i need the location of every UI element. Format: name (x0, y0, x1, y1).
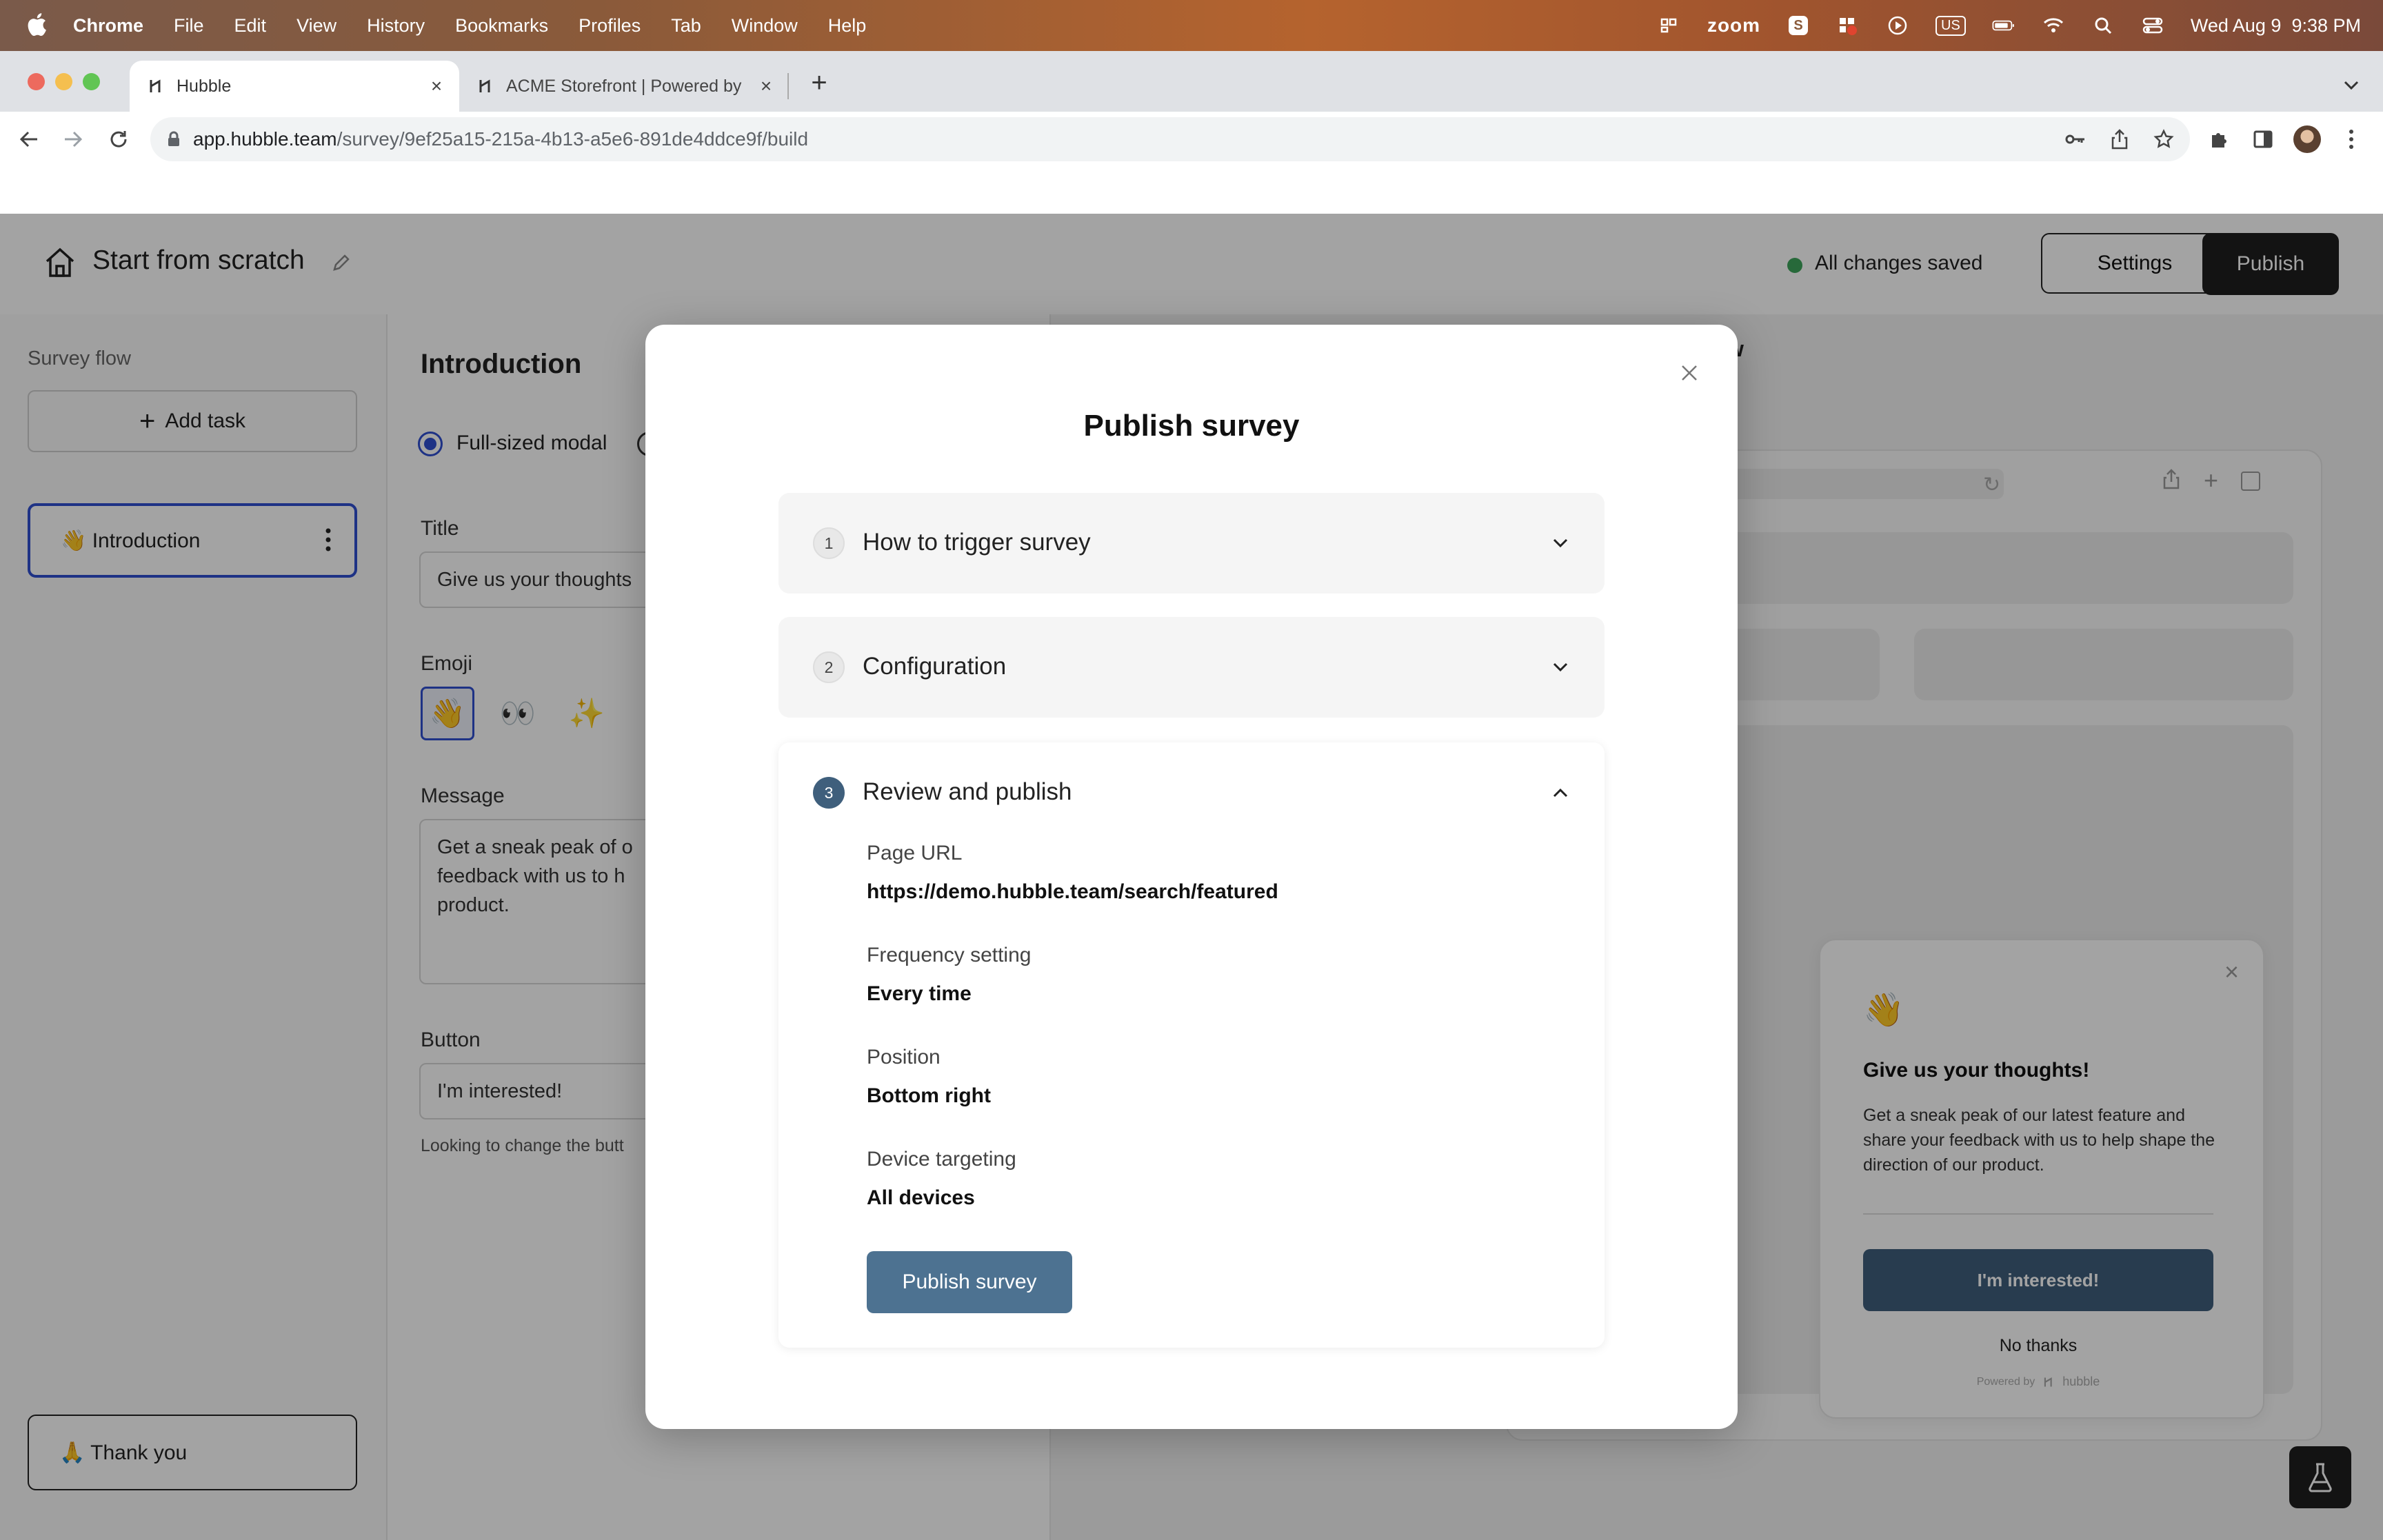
apple-icon[interactable] (26, 11, 47, 37)
step-title: Configuration (863, 653, 1007, 680)
review-position-label: Position (867, 1046, 941, 1068)
side-panel-icon[interactable] (2249, 125, 2277, 153)
wifi-icon[interactable] (2042, 15, 2065, 36)
address-bar[interactable]: app.hubble.team/survey/9ef25a15-215a-4b1… (150, 117, 2190, 161)
review-device-targeting-value: All devices (867, 1186, 975, 1209)
publish-survey-modal: Publish survey 1 How to trigger survey 2… (645, 325, 1738, 1429)
menu-help[interactable]: Help (828, 15, 867, 37)
reload-icon[interactable] (105, 125, 132, 153)
tab-acme-storefront[interactable]: ACME Storefront | Powered by × (459, 61, 789, 112)
window-maximize-button[interactable] (83, 73, 100, 90)
review-page-url-label: Page URL (867, 842, 963, 864)
modal-close-icon[interactable] (1676, 359, 1703, 387)
menubar-datetime[interactable]: Wed Aug 9 9:38 PM (2191, 15, 2361, 37)
spotlight-search-icon[interactable] (2091, 15, 2115, 36)
step-title[interactable]: Review and publish (863, 778, 1072, 806)
menu-file[interactable]: File (174, 15, 204, 37)
lock-icon (167, 131, 181, 148)
tab-hubble[interactable]: Hubble × (130, 61, 459, 112)
tab-close-icon[interactable]: × (756, 75, 776, 97)
profile-avatar[interactable] (2293, 125, 2321, 153)
menu-tab[interactable]: Tab (671, 15, 701, 37)
chevron-down-icon[interactable] (1547, 654, 1574, 681)
url-host: app.hubble.team (193, 128, 337, 150)
extensions-badge-icon[interactable] (1836, 15, 1860, 36)
step-review-and-publish: 3 Review and publish Page URL https://de… (778, 742, 1605, 1348)
battery-icon[interactable] (1992, 15, 2015, 36)
menu-profiles[interactable]: Profiles (579, 15, 641, 37)
step-configuration[interactable]: 2 Configuration (778, 617, 1605, 718)
bookmark-star-icon[interactable] (2150, 125, 2178, 153)
control-center-icon[interactable] (2141, 15, 2164, 36)
extensions-puzzle-icon[interactable] (2205, 125, 2233, 153)
modal-title: Publish survey (1083, 409, 1300, 443)
review-position-value: Bottom right (867, 1084, 991, 1107)
bookmarks-bar (0, 167, 2383, 214)
menu-bookmarks[interactable]: Bookmarks (455, 15, 548, 37)
back-arrow-icon[interactable] (15, 125, 43, 153)
play-circle-icon[interactable] (1886, 15, 1909, 36)
tab-separator (787, 73, 789, 99)
tab-title: Hubble (177, 76, 232, 96)
menu-view[interactable]: View (296, 15, 336, 37)
chevron-up-icon[interactable] (1547, 779, 1574, 807)
review-page-url-value: https://demo.hubble.team/search/featured (867, 880, 1278, 903)
forward-arrow-icon[interactable] (59, 125, 87, 153)
url-path: /survey/9ef25a15-215a-4b13-a5e6-891de4dd… (336, 128, 809, 150)
menu-app-chrome[interactable]: Chrome (73, 15, 143, 37)
window-minimize-button[interactable] (55, 73, 72, 90)
skype-icon[interactable]: S (1787, 15, 1810, 36)
input-source-indicator[interactable]: US (1935, 15, 1966, 36)
step-how-to-trigger[interactable]: 1 How to trigger survey (778, 493, 1605, 594)
menu-window[interactable]: Window (732, 15, 798, 37)
tab-title: ACME Storefront | Powered by (506, 76, 742, 96)
zoom-menubar-label[interactable]: zoom (1707, 14, 1760, 37)
new-tab-icon[interactable]: + (805, 68, 833, 98)
key-icon[interactable] (2062, 125, 2089, 153)
tab-close-icon[interactable]: × (426, 75, 447, 97)
menu-edit[interactable]: Edit (234, 15, 267, 37)
step-number-badge: 2 (813, 651, 845, 683)
publish-survey-button[interactable]: Publish survey (867, 1251, 1072, 1313)
step-number-badge: 1 (813, 527, 845, 559)
menu-history[interactable]: History (367, 15, 425, 37)
window-close-button[interactable] (28, 73, 45, 90)
chevron-down-icon[interactable] (1547, 529, 1574, 557)
tab-search-chevron-icon[interactable] (2337, 72, 2365, 99)
cast-icon[interactable] (1658, 15, 1681, 36)
hubble-favicon-icon (477, 78, 494, 94)
step-title: How to trigger survey (863, 529, 1091, 556)
hubble-favicon-icon (148, 78, 164, 94)
browser-menu-kebab-icon[interactable] (2337, 125, 2365, 153)
review-frequency-label: Frequency setting (867, 944, 1032, 966)
review-frequency-value: Every time (867, 982, 972, 1005)
step-number-badge: 3 (813, 777, 845, 809)
macos-menubar: Chrome File Edit View History Bookmarks … (0, 0, 2383, 51)
review-device-targeting-label: Device targeting (867, 1148, 1016, 1171)
share-icon[interactable] (2106, 125, 2133, 153)
